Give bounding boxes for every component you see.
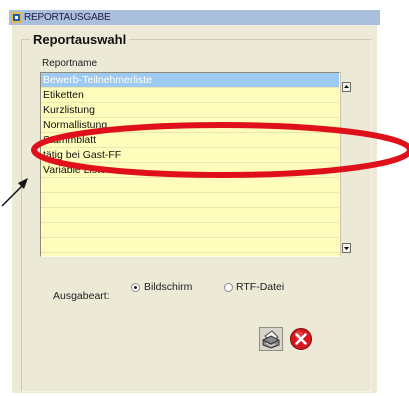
annotation-overlay (1, 122, 409, 207)
highlight-ellipse (31, 122, 409, 178)
arrow-head-icon (18, 178, 28, 189)
